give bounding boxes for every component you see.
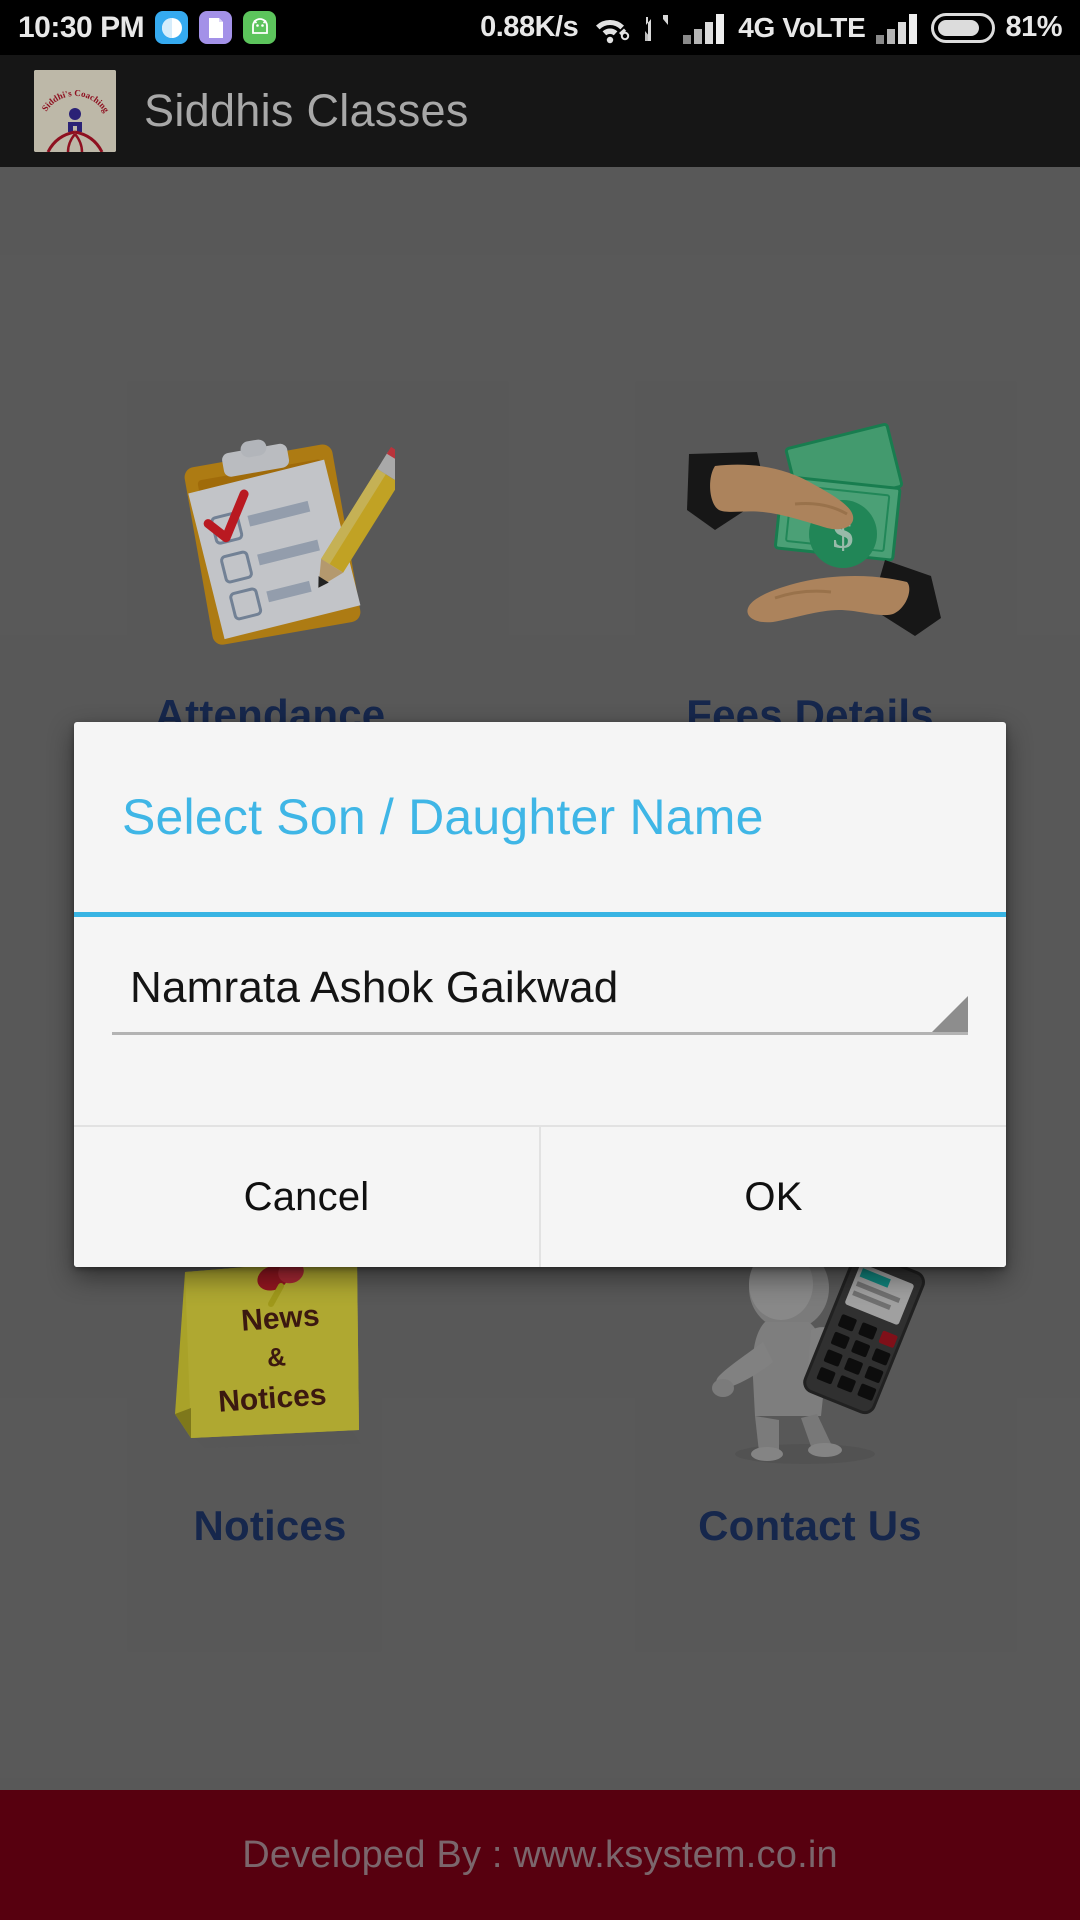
status-bar-left: 10:30 PM (18, 10, 277, 45)
dialog-button-row: Cancel OK (74, 1125, 1006, 1267)
phone-screen: 10:30 PM 0.88K/s 4G VoLTE 81% Siddhi's C… (0, 0, 1080, 1920)
app-title: Siddhis Classes (144, 85, 469, 136)
dialog-body: Namrata Ashok Gaikwad (74, 917, 1006, 1125)
signal-bars-2-icon (875, 11, 921, 45)
spinner-dropdown-triangle-icon (932, 996, 968, 1032)
spinner-selected-value: Namrata Ashok Gaikwad (130, 963, 619, 1012)
messenger-notification-icon (155, 11, 189, 44)
data-transfer-icon (642, 11, 672, 45)
status-clock: 10:30 PM (18, 10, 145, 44)
document-notification-icon (199, 11, 233, 44)
app-bar: Siddhi's Coaching Classes Siddhis Classe… (0, 55, 1080, 167)
select-student-dialog: Select Son / Daughter Name Namrata Ashok… (74, 722, 1006, 1267)
cancel-button[interactable]: Cancel (74, 1127, 541, 1267)
battery-fill (938, 19, 979, 36)
siddhis-coaching-classes-logo: Siddhi's Coaching Classes (34, 70, 116, 152)
signal-bars-icon (682, 11, 728, 45)
dialog-title: Select Son / Daughter Name (122, 789, 764, 845)
status-bar: 10:30 PM 0.88K/s 4G VoLTE 81% (0, 0, 1080, 55)
android-notification-icon (243, 11, 277, 44)
wifi-icon (588, 11, 632, 45)
student-name-spinner[interactable]: Namrata Ashok Gaikwad (112, 951, 968, 1035)
battery-icon (931, 12, 996, 43)
battery-percent-text: 81% (1005, 11, 1062, 43)
dialog-title-area: Select Son / Daughter Name (74, 722, 1006, 912)
network-type-label: 4G VoLTE (738, 11, 866, 43)
status-bar-right: 0.88K/s 4G VoLTE 81% (480, 11, 1062, 45)
ok-button[interactable]: OK (541, 1127, 1006, 1267)
network-speed-text: 0.88K/s (480, 11, 579, 43)
